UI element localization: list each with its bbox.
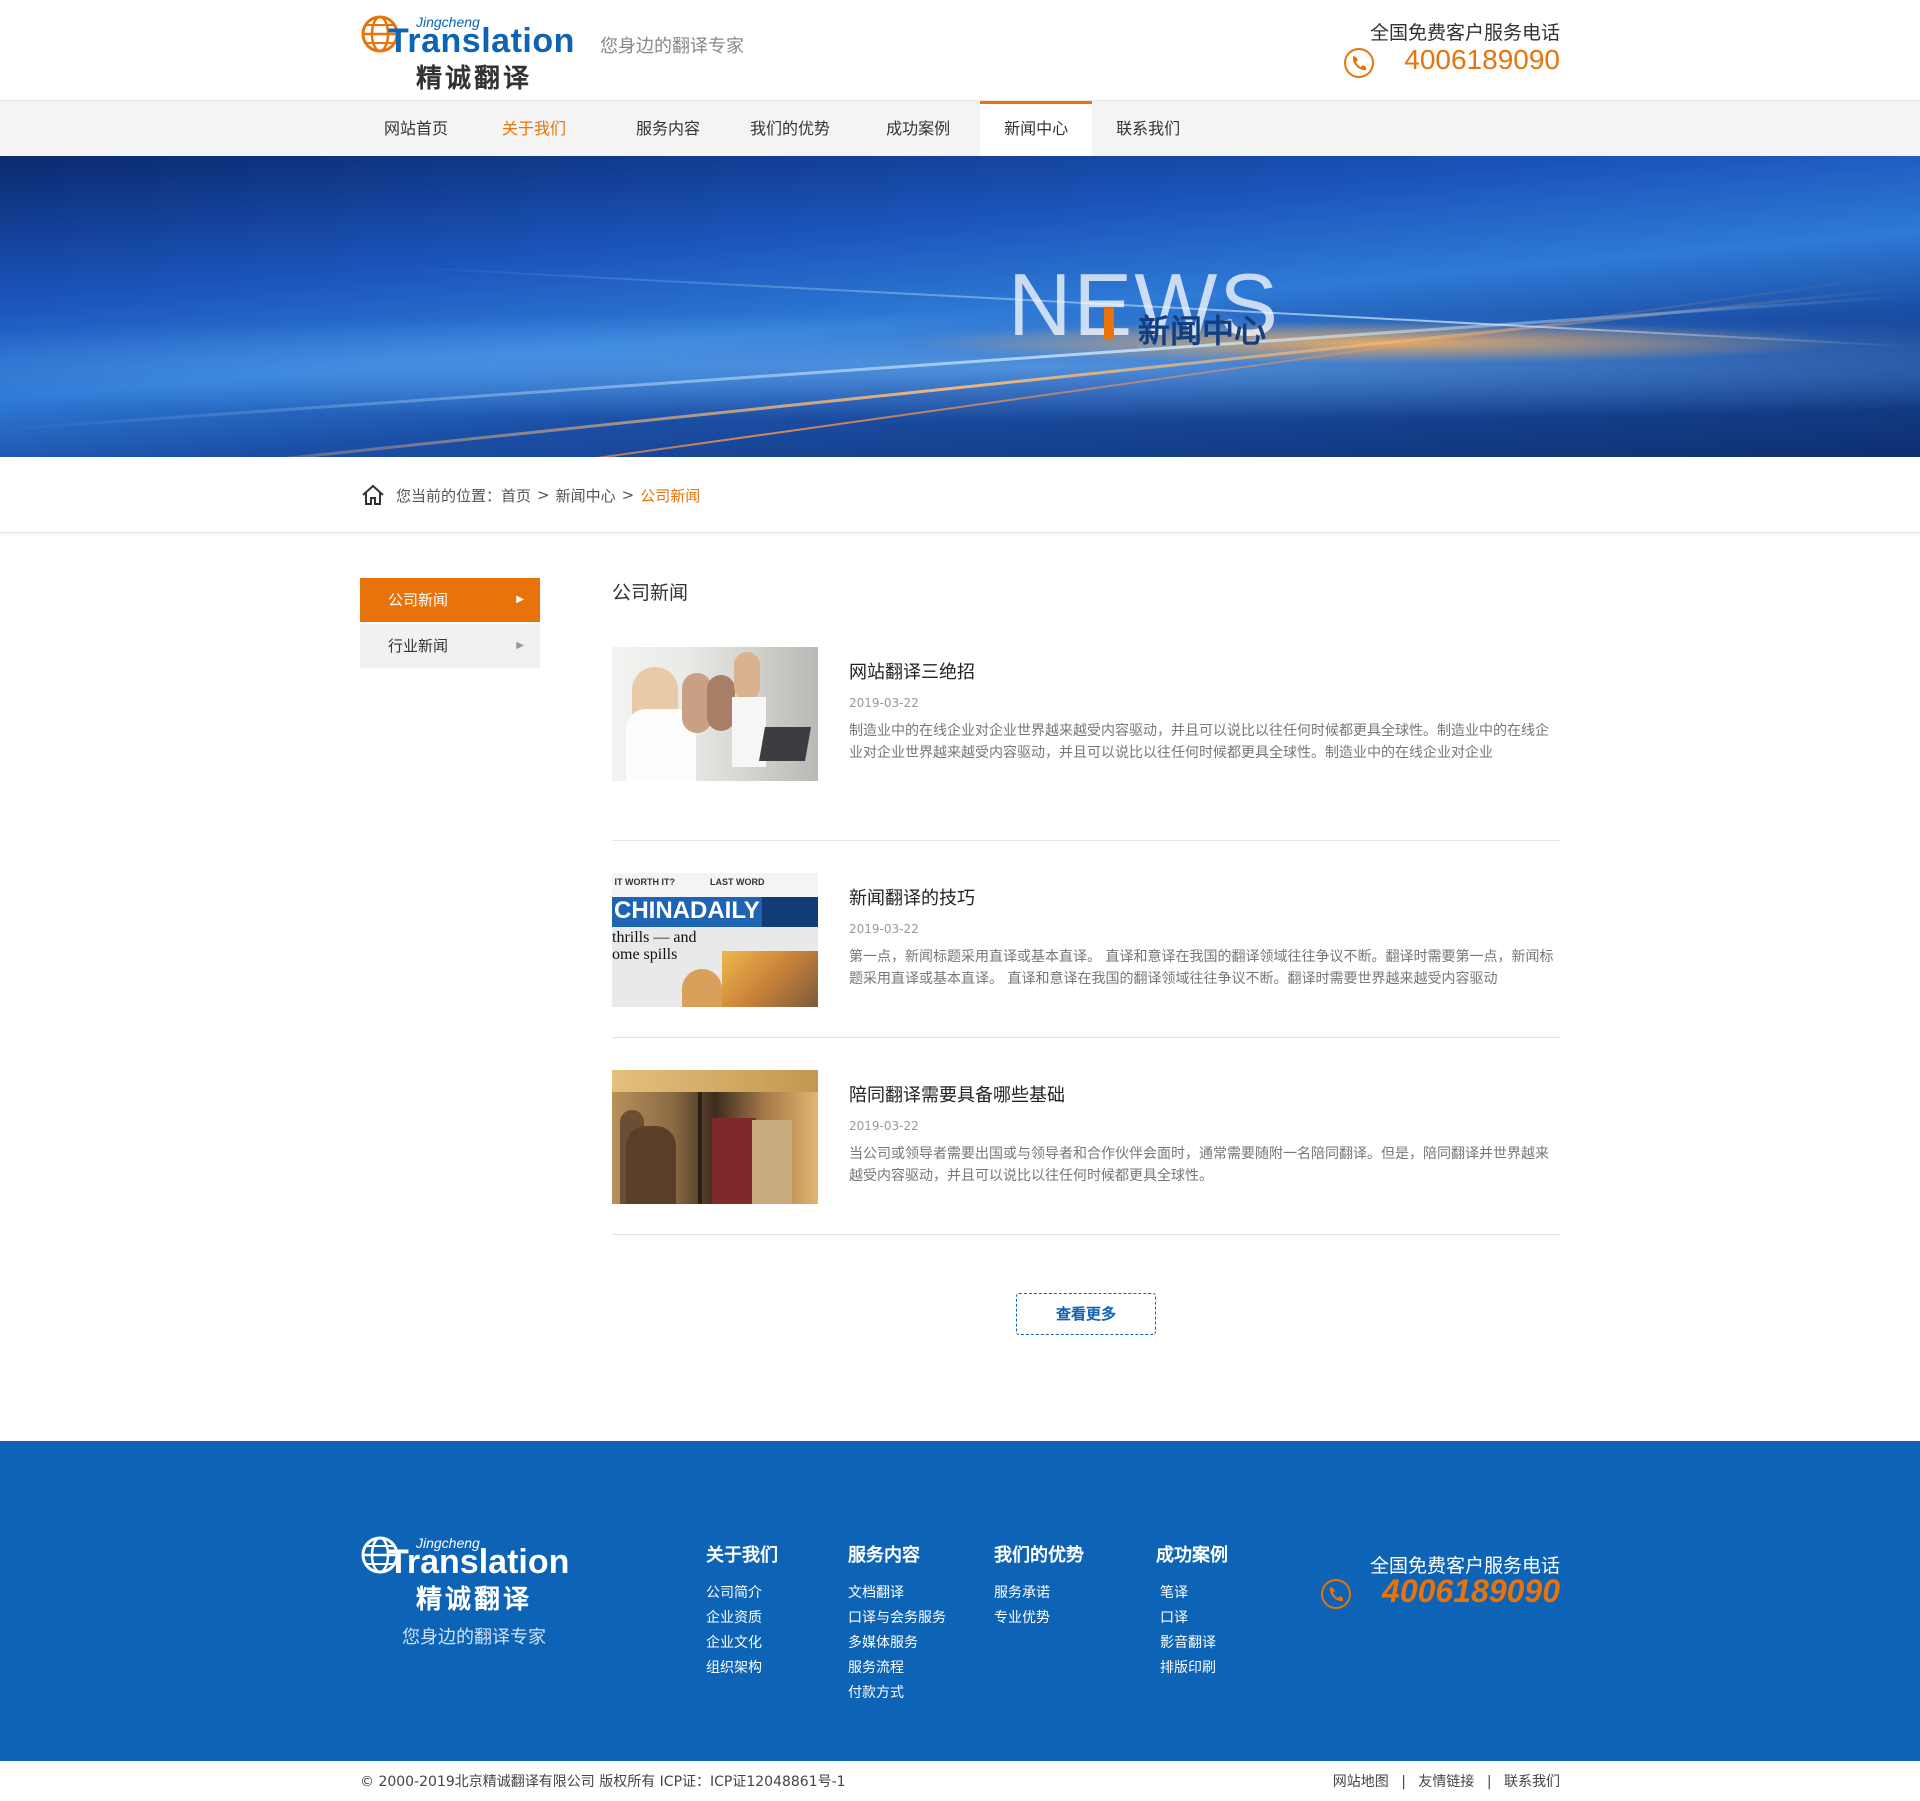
news-item[interactable]: 网站翻译三绝招 2019-03-22 制造业中的在线企业对企业世界越来越受内容驱… — [612, 644, 1560, 841]
news-banner: NEWS 新闻中心 — [0, 156, 1920, 457]
hotline-number[interactable]: 4006189090 — [1404, 44, 1560, 76]
footer-link[interactable]: 文档翻译 — [848, 1581, 946, 1606]
news-item[interactable]: IT WORTH IT? LAST WORD CHINADAILY thrill… — [612, 841, 1560, 1038]
breadcrumb-bar: 您当前的位置： 首页 > 新闻中心 > 公司新闻 — [0, 457, 1920, 533]
breadcrumb-prefix: 您当前的位置： — [396, 486, 502, 505]
news-title[interactable]: 网站翻译三绝招 — [849, 658, 1554, 684]
home-icon[interactable] — [360, 482, 386, 508]
news-list-area: 公司新闻 网站翻译三绝招 2019-03-22 制造业中的在线企业对企业世界越来… — [612, 578, 1560, 1335]
sidenav-item-label: 行业新闻 — [388, 637, 449, 655]
banner-subtitle: 新闻中心 — [1138, 312, 1267, 350]
news-thumbnail[interactable] — [612, 1070, 818, 1204]
news-excerpt: 当公司或领导者需要出国或与领导者和合作伙伴会面时，通常需要随附一名陪同翻译。但是… — [849, 1146, 1549, 1184]
chevron-right-icon: ▶ — [516, 640, 524, 651]
footer-link[interactable]: 服务承诺 — [994, 1581, 1084, 1606]
footer-col-about: 关于我们 公司简介 企业资质 企业文化 组织架构 — [706, 1541, 778, 1681]
site-footer: Jingcheng Translation 精诚翻译 您身边的翻译专家 关于我们… — [0, 1441, 1920, 1761]
footer-col-title[interactable]: 关于我们 — [706, 1541, 778, 1567]
footer-link[interactable]: 专业优势 — [994, 1606, 1084, 1631]
news-date: 2019-03-22 — [849, 922, 919, 936]
main-nav: 网站首页 关于我们 服务内容 我们的优势 成功案例 新闻中心 联系我们 — [0, 100, 1920, 157]
link-separator: | — [1401, 1774, 1406, 1790]
news-title[interactable]: 新闻翻译的技巧 — [849, 884, 1554, 910]
footer-col-advantages: 我们的优势 服务承诺 专业优势 — [994, 1541, 1084, 1631]
page-title: 公司新闻 — [612, 582, 689, 604]
chevron-right-icon: ▶ — [516, 594, 524, 605]
footer-link[interactable]: 笔译 — [1160, 1581, 1228, 1606]
light-streak — [9, 272, 1911, 457]
breadcrumb-section[interactable]: 新闻中心 — [556, 485, 616, 506]
breadcrumb-separator: > — [621, 486, 635, 504]
link-sitemap[interactable]: 网站地图 — [1333, 1774, 1389, 1790]
nav-about[interactable]: 关于我们 — [478, 101, 590, 157]
phone-icon — [1344, 48, 1374, 78]
footer-link[interactable]: 公司简介 — [706, 1581, 778, 1606]
footer-link[interactable]: 组织架构 — [706, 1656, 778, 1681]
breadcrumb-home[interactable]: 首页 — [501, 485, 531, 506]
copyright-text: © 2000-2019北京精诚翻译有限公司 版权所有 ICP证：ICP证1204… — [360, 1774, 846, 1790]
news-excerpt: 制造业中的在线企业对企业世界越来越受内容驱动，并且可以说比以往任何时候都更具全球… — [849, 723, 1549, 761]
view-more-button[interactable]: 查看更多 — [1016, 1293, 1156, 1335]
logo-en: Translation — [388, 1543, 570, 1581]
footer-link[interactable]: 排版印刷 — [1160, 1656, 1228, 1681]
sidenav-company-news[interactable]: 公司新闻 ▶ — [360, 578, 540, 622]
breadcrumb-separator: > — [537, 486, 550, 504]
nav-home[interactable]: 网站首页 — [360, 101, 472, 157]
site-header: Jingcheng Translation 精诚翻译 您身边的翻译专家 全国免费… — [0, 0, 1920, 100]
site-slogan: 您身边的翻译专家 — [600, 36, 744, 57]
bottom-links: 网站地图 | 友情链接 | 联系我们 — [1333, 1771, 1560, 1791]
main-content: 公司新闻 ▶ 行业新闻 ▶ 公司新闻 网站翻译三绝招 2019-03-22 制造… — [0, 533, 1920, 1335]
nav-news[interactable]: 新闻中心 — [980, 101, 1093, 157]
side-nav: 公司新闻 ▶ 行业新闻 ▶ — [360, 578, 540, 1335]
light-streak — [2, 294, 1918, 431]
phone-icon — [1321, 1579, 1351, 1609]
copyright-bar: © 2000-2019北京精诚翻译有限公司 版权所有 ICP证：ICP证1204… — [0, 1761, 1920, 1801]
news-thumbnail[interactable] — [612, 647, 818, 781]
footer-col-services: 服务内容 文档翻译 口译与会务服务 多媒体服务 服务流程 付款方式 — [848, 1541, 946, 1706]
breadcrumb-current: 公司新闻 — [640, 486, 701, 505]
news-date: 2019-03-22 — [849, 696, 919, 710]
sidenav-industry-news[interactable]: 行业新闻 ▶ — [360, 624, 540, 668]
news-date: 2019-03-22 — [849, 1119, 919, 1133]
link-separator: | — [1486, 1774, 1492, 1790]
site-logo[interactable]: Jingcheng Translation 精诚翻译 — [360, 12, 586, 94]
breadcrumb: 您当前的位置： 首页 > 新闻中心 > 公司新闻 — [360, 457, 1560, 533]
footer-link[interactable]: 企业资质 — [706, 1606, 778, 1631]
logo-cn: 精诚翻译 — [416, 64, 533, 94]
footer-link[interactable]: 多媒体服务 — [848, 1631, 946, 1656]
footer-link[interactable]: 影音翻译 — [1160, 1631, 1228, 1656]
nav-advantages[interactable]: 我们的优势 — [726, 101, 854, 157]
logo-cn: 精诚翻译 — [416, 1585, 533, 1615]
nav-cases[interactable]: 成功案例 — [862, 101, 974, 157]
footer-link[interactable]: 服务流程 — [848, 1656, 946, 1681]
footer-col-title[interactable]: 服务内容 — [848, 1541, 946, 1567]
hotline-label: 全国免费客户服务电话 — [1369, 22, 1560, 44]
footer-link[interactable]: 口译与会务服务 — [848, 1606, 946, 1631]
nav-services[interactable]: 服务内容 — [612, 101, 724, 157]
footer-col-title[interactable]: 成功案例 — [1156, 1541, 1228, 1567]
footer-link[interactable]: 口译 — [1160, 1606, 1228, 1631]
link-contact[interactable]: 联系我们 — [1504, 1774, 1560, 1790]
news-thumbnail[interactable]: IT WORTH IT? LAST WORD CHINADAILY thrill… — [612, 873, 818, 1007]
footer-slogan: 您身边的翻译专家 — [402, 1627, 546, 1648]
link-friends[interactable]: 友情链接 — [1418, 1774, 1474, 1790]
nav-contact[interactable]: 联系我们 — [1092, 101, 1204, 157]
footer-col-cases: 成功案例 笔译 口译 影音翻译 排版印刷 — [1156, 1541, 1228, 1681]
footer-hotline-number[interactable]: 4006189090 — [1382, 1573, 1560, 1610]
news-item[interactable]: 陪同翻译需要具备哪些基础 2019-03-22 当公司或领导者需要出国或与领导者… — [612, 1038, 1560, 1235]
footer-col-title[interactable]: 我们的优势 — [994, 1541, 1084, 1567]
news-title[interactable]: 陪同翻译需要具备哪些基础 — [849, 1081, 1554, 1107]
logo-en: Translation — [388, 22, 575, 60]
sidenav-item-label: 公司新闻 — [388, 591, 449, 609]
footer-link[interactable]: 付款方式 — [848, 1681, 946, 1706]
news-excerpt: 第一点，新闻标题采用直译或基本直译。 直译和意译在我国的翻译领域往往争议不断。翻… — [849, 949, 1554, 987]
footer-link[interactable]: 企业文化 — [706, 1631, 778, 1656]
